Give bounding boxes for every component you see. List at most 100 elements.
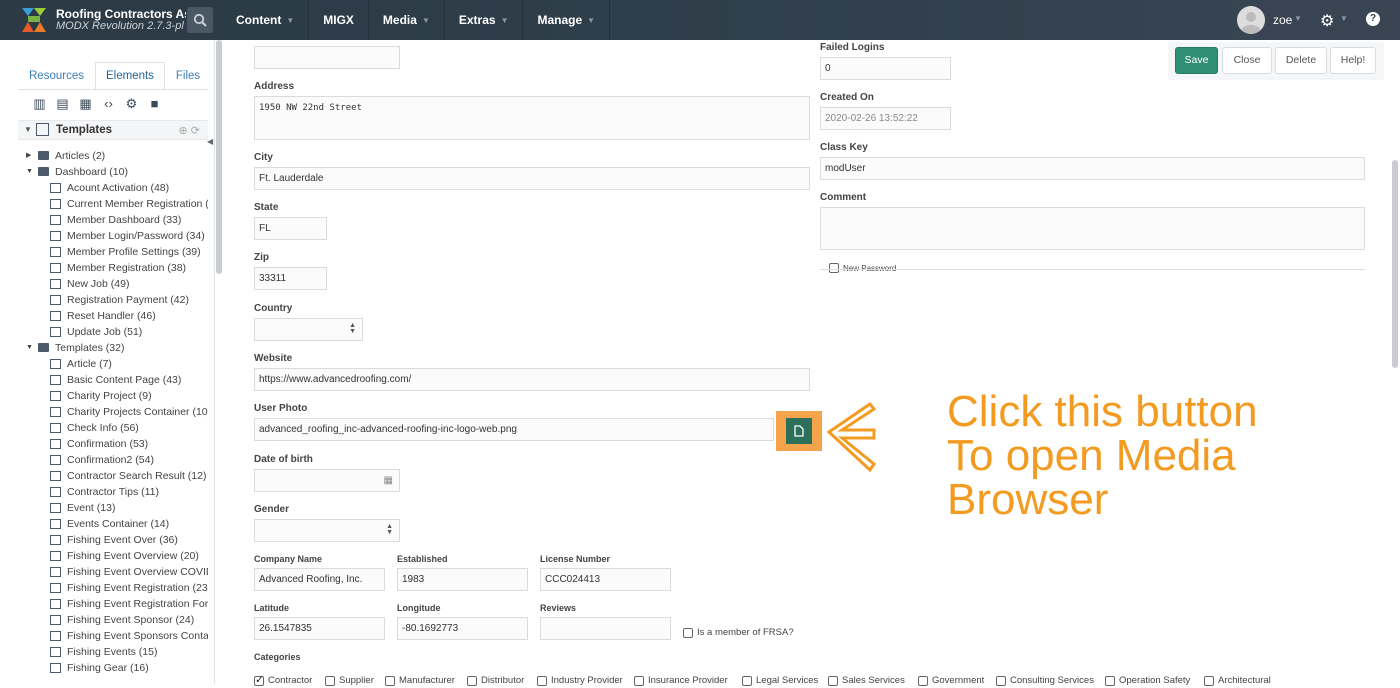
tree-item[interactable]: Fishing Event Overview COVID-1 xyxy=(18,564,208,580)
category-checkbox[interactable] xyxy=(325,676,335,686)
tree-folder[interactable]: ▼ Templates (32) xyxy=(18,340,208,356)
category-checkbox[interactable] xyxy=(254,673,264,686)
reviews-field[interactable] xyxy=(540,617,671,640)
tree-item[interactable]: Current Member Registration (52 xyxy=(18,196,208,212)
company-field[interactable]: Advanced Roofing, Inc. xyxy=(254,568,385,591)
tree-item[interactable]: Check Info (56) xyxy=(18,420,208,436)
zip-field[interactable]: 33311 xyxy=(254,267,327,290)
state-field[interactable]: FL xyxy=(254,217,327,240)
tree-item[interactable]: Article (7) xyxy=(18,356,208,372)
country-select[interactable]: ▲ ▼ xyxy=(254,318,363,341)
menu-manage[interactable]: Manage ▼ xyxy=(523,0,611,40)
tree-item[interactable]: Member Dashboard (33) xyxy=(18,212,208,228)
tab-files[interactable]: Files xyxy=(165,62,211,90)
menu-extras[interactable]: Extras ▼ xyxy=(445,0,524,40)
category-checkbox[interactable] xyxy=(742,676,752,686)
menu-media[interactable]: Media ▼ xyxy=(369,0,445,40)
tree-item[interactable]: Update Job (51) xyxy=(18,324,208,340)
template-icon[interactable]: ▥ xyxy=(32,96,47,111)
main-scrollbar[interactable] xyxy=(1392,160,1398,368)
tree-item[interactable]: Registration Payment (42) xyxy=(18,292,208,308)
chunk-icon[interactable]: ▦ xyxy=(78,96,93,111)
longitude-field[interactable]: -80.1692773 xyxy=(397,617,528,640)
avatar[interactable] xyxy=(1237,6,1265,34)
save-button[interactable]: Save xyxy=(1175,47,1218,74)
tree-item[interactable]: Event (13) xyxy=(18,500,208,516)
sidebar-scrollbar[interactable] xyxy=(216,40,222,274)
user-name[interactable]: zoe xyxy=(1273,13,1292,27)
tv-icon[interactable]: ▤ xyxy=(55,96,70,111)
tree-item[interactable]: Fishing Event Sponsor (24) xyxy=(18,612,208,628)
close-button[interactable]: Close xyxy=(1222,47,1272,74)
comment-textarea[interactable] xyxy=(820,207,1365,250)
tree-item[interactable]: Charity Projects Container (10) xyxy=(18,404,208,420)
new-password-checkbox[interactable] xyxy=(829,263,839,273)
tree-item[interactable]: Fishing Event Sponsors Containe xyxy=(18,628,208,644)
calendar-icon[interactable]: ▦ xyxy=(384,475,393,486)
tree-item[interactable]: Basic Content Page (43) xyxy=(18,372,208,388)
tree-item[interactable]: Fishing Event Over (36) xyxy=(18,532,208,548)
plugin-gears-icon[interactable]: ⚙ xyxy=(124,96,139,111)
category-checkbox[interactable] xyxy=(1204,676,1214,686)
category-checkbox[interactable] xyxy=(996,676,1006,686)
tree-item[interactable]: Fishing Event Registration (23) xyxy=(18,580,208,596)
class-key-field[interactable]: modUser xyxy=(820,157,1365,180)
gear-icon[interactable]: ⚙ xyxy=(1320,11,1334,31)
dob-field[interactable]: ▦ xyxy=(254,469,400,492)
tree-item[interactable]: Member Login/Password (34) xyxy=(18,228,208,244)
caret-right-icon[interactable]: ▶ xyxy=(26,148,31,164)
gender-select[interactable]: ▲ ▼ xyxy=(254,519,400,542)
tree-folder[interactable]: ▶ Articles (2) xyxy=(18,148,208,164)
phone-field[interactable] xyxy=(254,46,400,69)
tree-item[interactable]: Fishing Events (15) xyxy=(18,644,208,660)
search-button[interactable] xyxy=(187,7,213,33)
category-checkbox[interactable] xyxy=(537,676,547,686)
caret-down-icon[interactable]: ▼ xyxy=(26,164,33,180)
help-button[interactable]: Help! xyxy=(1330,47,1376,74)
tree-item[interactable]: Confirmation (53) xyxy=(18,436,208,452)
failed-logins-field[interactable]: 0 xyxy=(820,57,951,80)
tab-elements[interactable]: Elements xyxy=(94,62,165,90)
city-field[interactable]: Ft. Lauderdale xyxy=(254,167,810,190)
latitude-field[interactable]: 26.1547835 xyxy=(254,617,385,640)
frsa-checkbox[interactable] xyxy=(683,628,693,638)
caret-down-icon[interactable]: ▼ xyxy=(26,340,33,356)
category-checkbox[interactable] xyxy=(634,676,644,686)
tree-item[interactable]: Fishing Event Overview (20) xyxy=(18,548,208,564)
tree-item[interactable]: Confirmation2 (54) xyxy=(18,452,208,468)
tree-item[interactable]: New Job (49) xyxy=(18,276,208,292)
tree-item[interactable]: Acount Activation (48) xyxy=(18,180,208,196)
tab-resources[interactable]: Resources xyxy=(18,62,95,90)
category-checkbox[interactable] xyxy=(828,676,838,686)
media-browser-button[interactable] xyxy=(786,418,812,444)
established-field[interactable]: 1983 xyxy=(397,568,528,591)
website-field[interactable]: https://www.advancedroofing.com/ xyxy=(254,368,810,391)
tree-item[interactable]: Contractor Search Result (12) xyxy=(18,468,208,484)
category-checkbox[interactable] xyxy=(385,676,395,686)
tree-item[interactable]: Contractor Tips (11) xyxy=(18,484,208,500)
tree-item[interactable]: Fishing Event Registration Form ( xyxy=(18,596,208,612)
modx-logo-icon[interactable] xyxy=(20,6,48,34)
menu-content[interactable]: Content ▼ xyxy=(222,0,310,40)
delete-button[interactable]: Delete xyxy=(1275,47,1327,74)
menu-migx[interactable]: MIGX xyxy=(309,0,369,40)
category-checkbox[interactable] xyxy=(918,676,928,686)
snippet-code-icon[interactable]: ‹› xyxy=(101,96,116,111)
help-icon[interactable]: ? xyxy=(1366,12,1380,26)
tree-item[interactable]: Member Registration (38) xyxy=(18,260,208,276)
templates-panel-header[interactable]: ▼ Templates ⊕ ⟳ xyxy=(18,120,208,140)
tree-item[interactable]: Member Profile Settings (39) xyxy=(18,244,208,260)
category-checkbox[interactable] xyxy=(467,676,477,686)
tree-item[interactable]: Fishing Gear (16) xyxy=(18,660,208,676)
tree-item[interactable]: Events Container (14) xyxy=(18,516,208,532)
category-folder-icon[interactable]: ■ xyxy=(147,96,162,111)
category-checkbox[interactable] xyxy=(1105,676,1115,686)
tree-item[interactable]: Reset Handler (46) xyxy=(18,308,208,324)
license-field[interactable]: CCC024413 xyxy=(540,568,671,591)
add-refresh-icons[interactable]: ⊕ ⟳ xyxy=(179,124,201,137)
tree-item[interactable]: Charity Project (9) xyxy=(18,388,208,404)
site-name[interactable]: Roofing Contractors Associ... xyxy=(56,7,186,21)
address-textarea[interactable]: 1950 NW 22nd Street xyxy=(254,96,810,140)
tree-folder[interactable]: ▼ Dashboard (10) xyxy=(18,164,208,180)
user-photo-field[interactable]: advanced_roofing_inc-advanced-roofing-in… xyxy=(254,418,774,441)
